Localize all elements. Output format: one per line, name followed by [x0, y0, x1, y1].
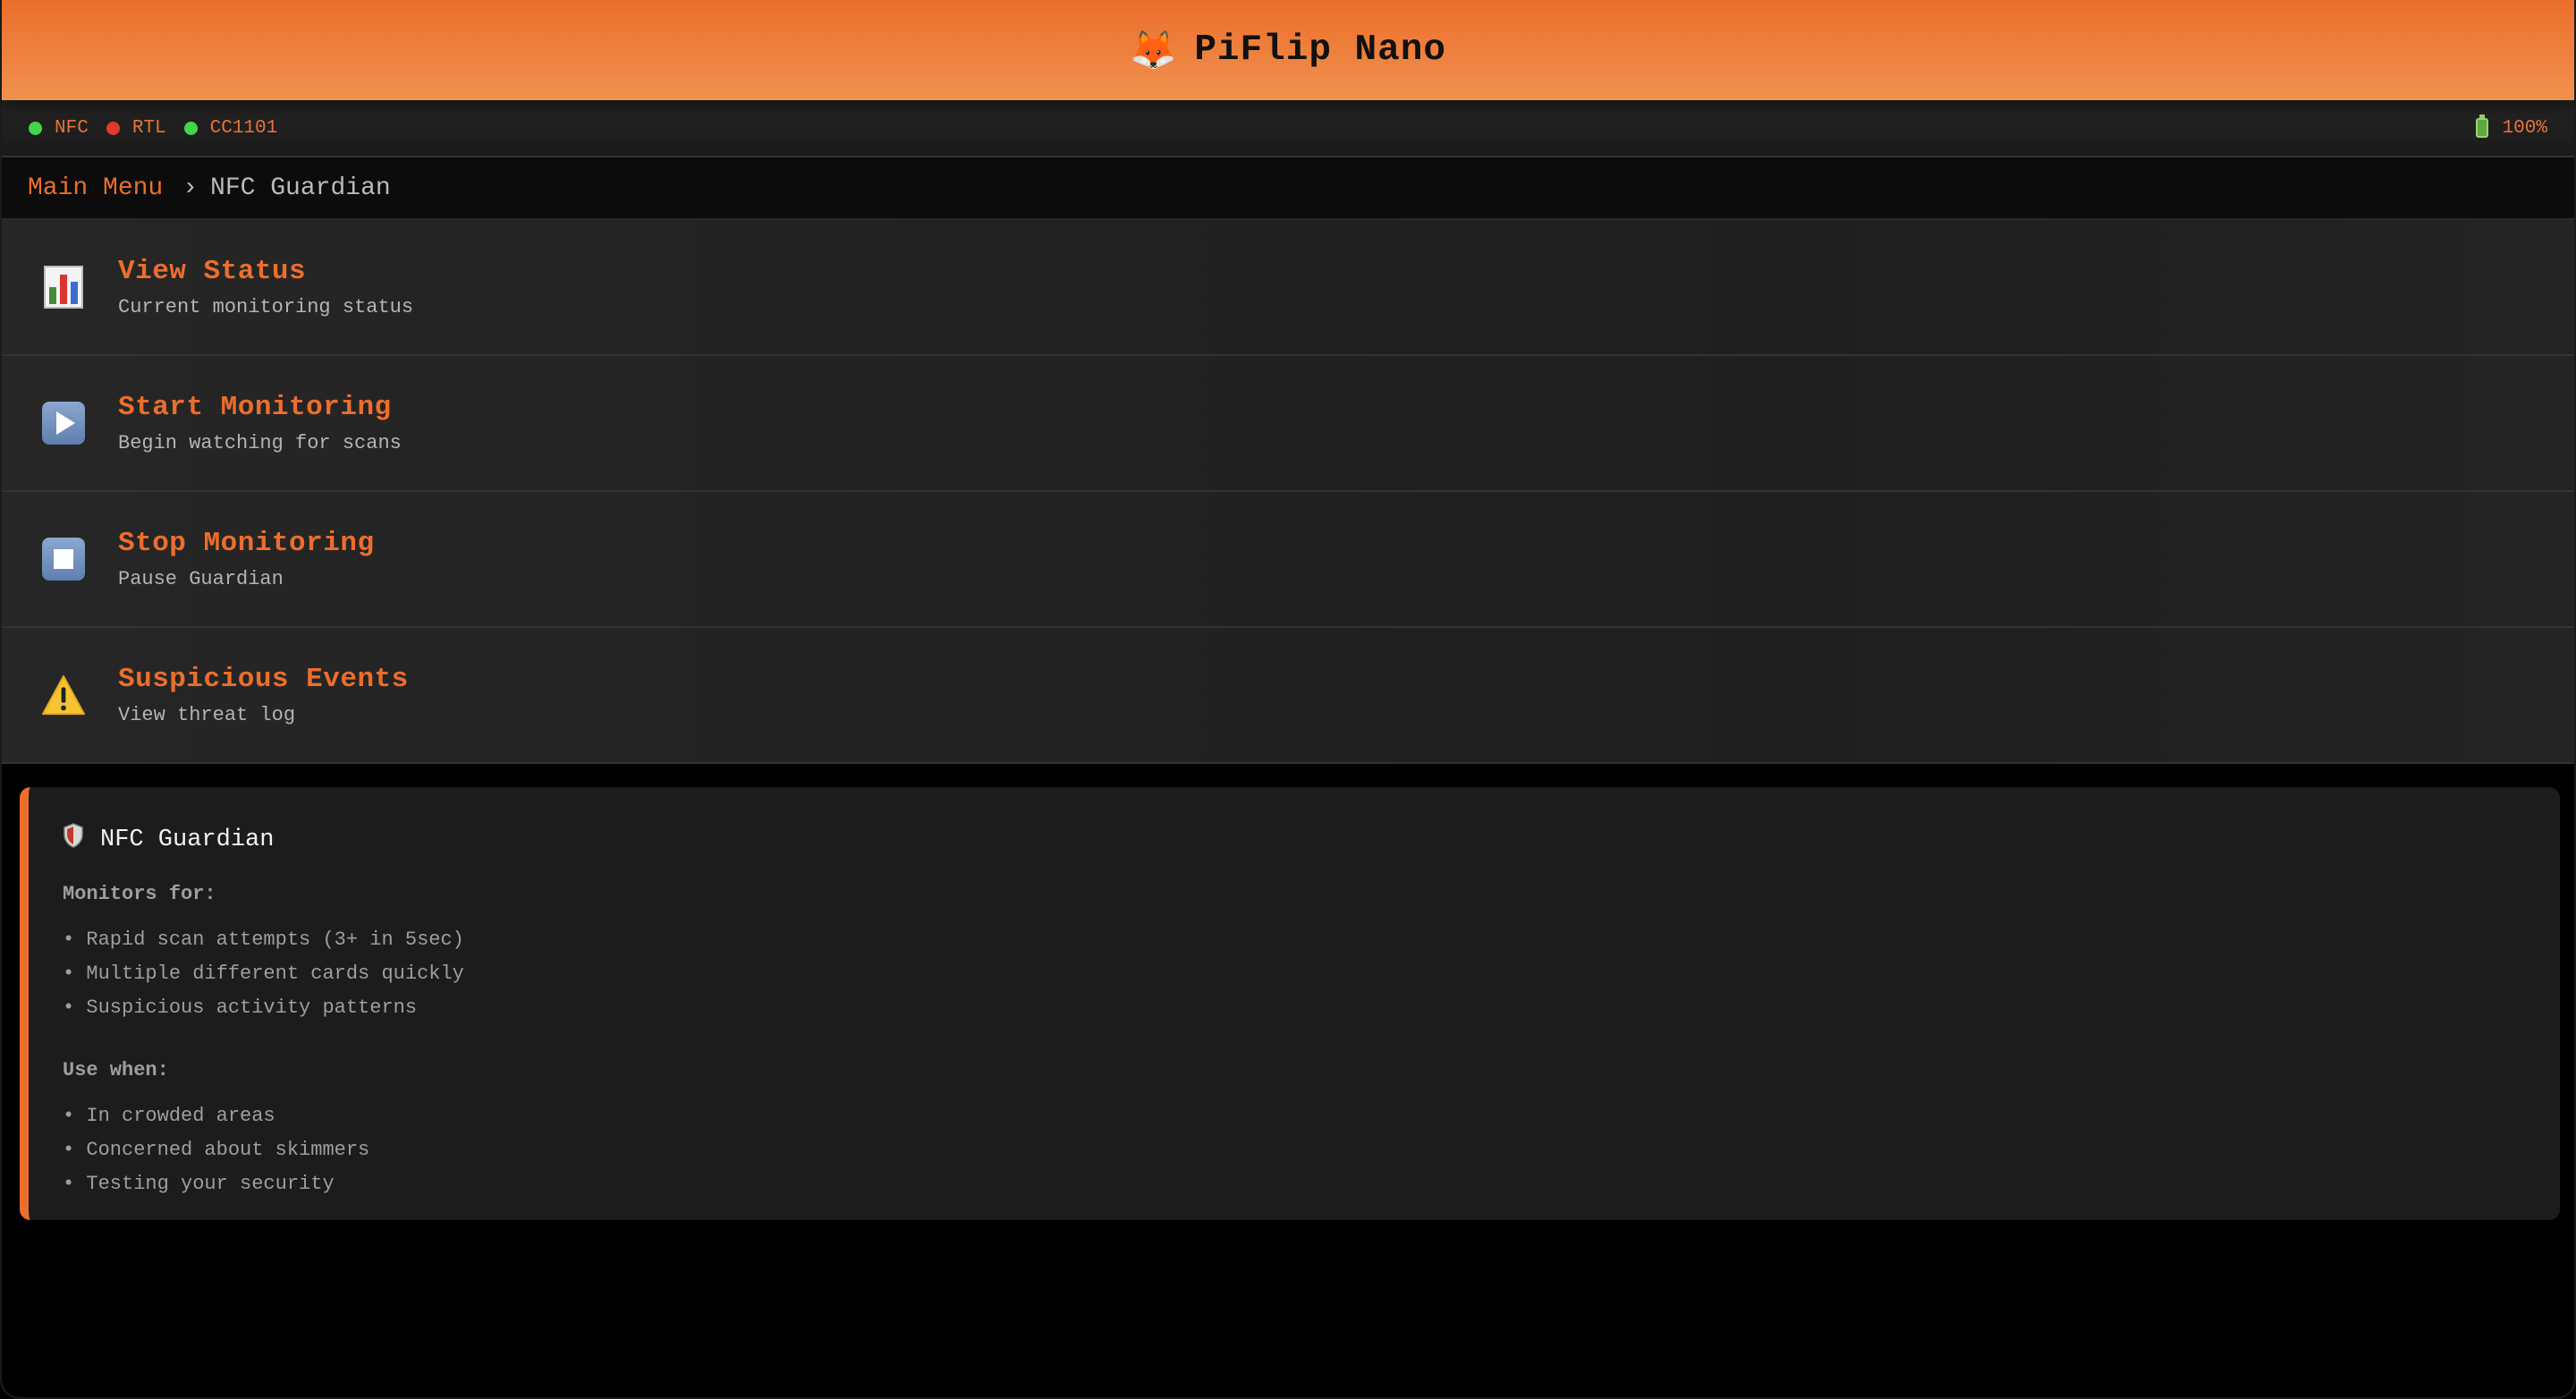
- menu-item-label: Stop Monitoring: [118, 528, 375, 559]
- indicator-rtl: RTL: [106, 118, 166, 139]
- bar-chart-icon: [41, 265, 86, 309]
- menu-item-description: View threat log: [118, 704, 296, 726]
- menu-item-start-monitoring[interactable]: Start Monitoring Begin watching for scan…: [2, 356, 2574, 492]
- hardware-indicators: NFC RTL CC1101: [29, 118, 295, 139]
- menu-list: View Status Current monitoring status St…: [2, 220, 2574, 764]
- app-title: PiFlip Nano: [1194, 30, 1446, 71]
- breadcrumb-main-menu[interactable]: Main Menu: [28, 174, 163, 202]
- monitor-item: • Suspicious activity patterns: [63, 996, 418, 1019]
- monitor-item: • Rapid scan attempts (3+ in 5sec): [63, 928, 464, 951]
- play-icon: [41, 401, 86, 445]
- status-dot-icon: [29, 121, 42, 135]
- status-bar: NFC RTL CC1101 100%: [2, 100, 2574, 157]
- indicator-label: NFC: [55, 117, 89, 139]
- info-title-text: NFC Guardian: [100, 826, 275, 853]
- menu-item-label: Suspicious Events: [118, 664, 409, 695]
- indicator-label: RTL: [131, 117, 166, 139]
- shield-icon: [63, 823, 84, 856]
- fox-icon: 🦊: [1130, 28, 1177, 72]
- title-bar: 🦊 PiFlip Nano: [2, 0, 2574, 100]
- info-panel-title: NFC Guardian: [63, 823, 2560, 856]
- stop-icon: [41, 537, 86, 581]
- menu-item-description: Begin watching for scans: [118, 432, 402, 454]
- use-when-heading: Use when:: [63, 1059, 169, 1081]
- indicator-nfc: NFC: [29, 118, 89, 139]
- use-case-item: • Testing your security: [63, 1173, 335, 1195]
- menu-item-description: Current monitoring status: [118, 296, 414, 318]
- monitors-heading: Monitors for:: [63, 883, 216, 905]
- warning-icon: [41, 673, 86, 717]
- use-case-item: • Concerned about skimmers: [63, 1139, 370, 1161]
- monitor-item: • Multiple different cards quickly: [63, 962, 464, 985]
- menu-item-suspicious-events[interactable]: Suspicious Events View threat log: [2, 628, 2574, 764]
- use-case-item: • In crowded areas: [63, 1105, 275, 1127]
- breadcrumb: Main Menu › NFC Guardian: [2, 157, 2574, 220]
- breadcrumb-separator: ›: [182, 174, 199, 202]
- app-window: 🦊 PiFlip Nano NFC RTL CC1101 100% Main M…: [0, 0, 2576, 1399]
- status-dot-icon: [183, 121, 198, 135]
- indicator-label: CC1101: [209, 117, 278, 139]
- menu-item-label: View Status: [118, 256, 307, 287]
- menu-item-stop-monitoring[interactable]: Stop Monitoring Pause Guardian: [2, 492, 2574, 628]
- indicator-cc1101: CC1101: [183, 117, 278, 139]
- menu-item-view-status[interactable]: View Status Current monitoring status: [2, 220, 2574, 356]
- battery-level: 100%: [2502, 117, 2547, 139]
- breadcrumb-current: NFC Guardian: [210, 174, 391, 202]
- info-panel: NFC Guardian Monitors for: • Rapid scan …: [20, 787, 2560, 1220]
- battery-status: 100%: [2475, 114, 2547, 139]
- menu-item-label: Start Monitoring: [118, 392, 392, 423]
- menu-item-description: Pause Guardian: [118, 568, 284, 590]
- status-dot-icon: [106, 121, 120, 135]
- battery-icon: [2475, 114, 2488, 138]
